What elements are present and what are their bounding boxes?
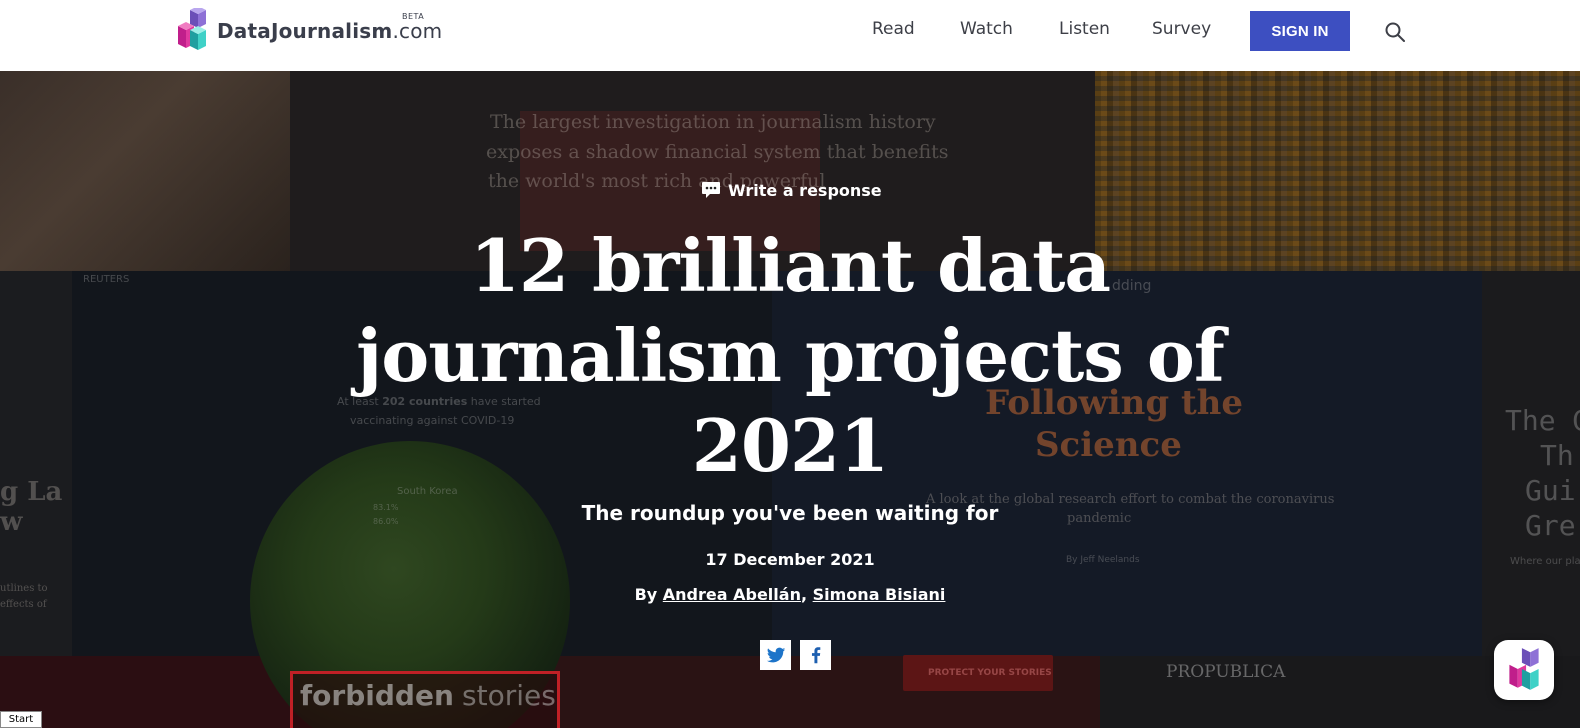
nav-read[interactable]: Read xyxy=(872,19,915,39)
site-logo-link[interactable]: DataJournalism.com BETA xyxy=(176,8,442,54)
nav-watch[interactable]: Watch xyxy=(960,19,1013,39)
beta-badge: BETA xyxy=(402,12,425,21)
datajournalism-logo-icon xyxy=(178,8,206,50)
comment-icon xyxy=(702,182,720,198)
author-link-andrea[interactable]: Andrea Abellán xyxy=(663,585,801,604)
nav-listen[interactable]: Listen xyxy=(1059,19,1110,39)
datajournalism-logo-icon xyxy=(1509,648,1539,690)
share-twitter-button[interactable] xyxy=(760,640,791,670)
sign-in-button[interactable]: SIGN IN xyxy=(1250,11,1350,51)
nav-survey[interactable]: Survey xyxy=(1152,19,1211,39)
facebook-icon xyxy=(811,647,820,664)
top-navigation-bar: DataJournalism.com BETA Read Watch Liste… xyxy=(0,0,1580,71)
article-hero: Write a response 12 brilliant data journ… xyxy=(0,71,1580,728)
byline-prefix: By xyxy=(634,585,658,604)
publish-date: 17 December 2021 xyxy=(705,550,875,569)
floating-app-button[interactable] xyxy=(1494,640,1554,700)
author-link-simona[interactable]: Simona Bisiani xyxy=(813,585,946,604)
article-title: 12 brilliant data journalism projects of… xyxy=(356,223,1225,488)
search-icon[interactable] xyxy=(1383,20,1407,44)
start-button[interactable]: Start xyxy=(0,711,42,728)
article-subtitle: The roundup you've been waiting for xyxy=(581,501,999,525)
write-response-link[interactable]: Write a response xyxy=(700,179,882,201)
write-response-label: Write a response xyxy=(728,180,882,200)
share-facebook-button[interactable] xyxy=(800,640,831,670)
brand-name: DataJournalism.com xyxy=(217,19,443,43)
byline: By Andrea Abellán, Simona Bisiani xyxy=(634,585,946,604)
twitter-icon xyxy=(766,647,785,663)
